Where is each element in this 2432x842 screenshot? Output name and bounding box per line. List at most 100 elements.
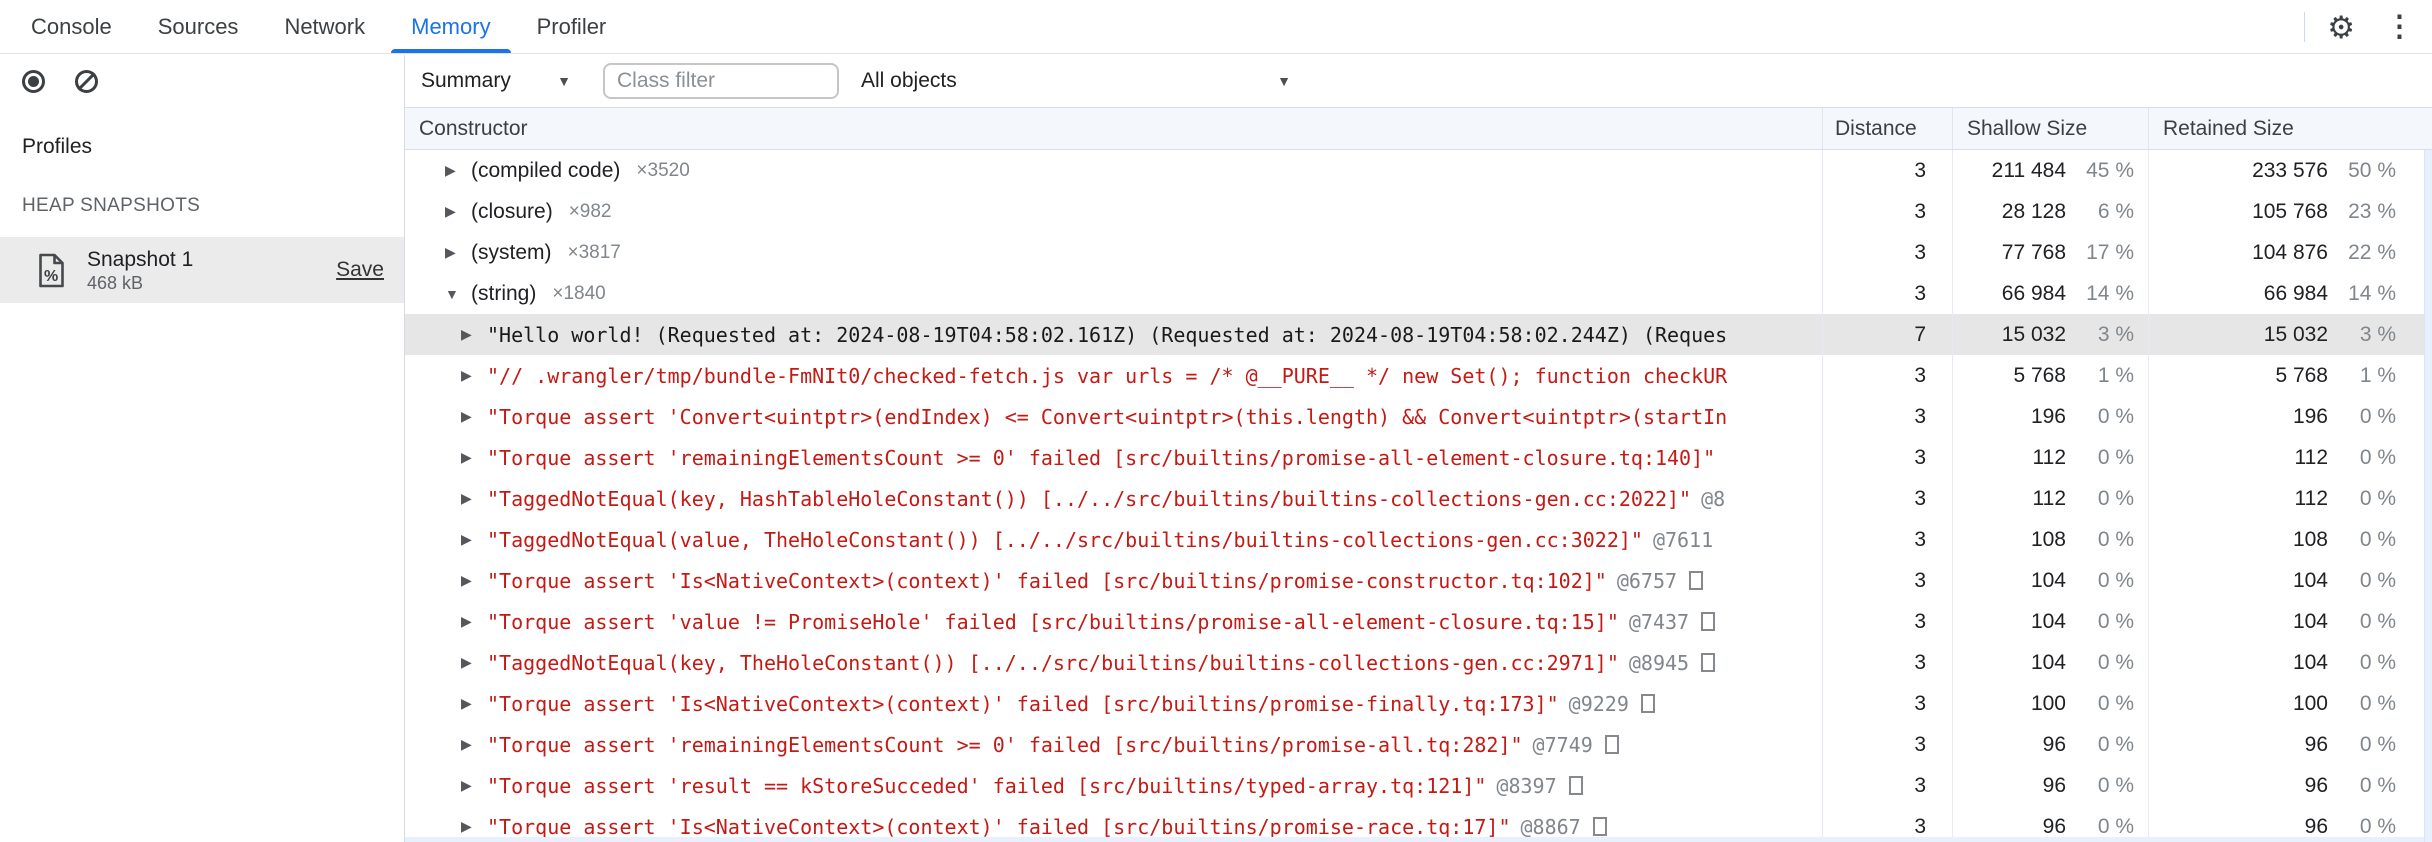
- heap-string-row[interactable]: ▶ "TaggedNotEqual(key, TheHoleConstant())…: [405, 642, 2432, 683]
- column-header-constructor[interactable]: Constructor: [405, 108, 1822, 149]
- shallow-size-value: 5 768: [2013, 363, 2066, 387]
- retained-size-cell: 96 0 %: [2148, 724, 2424, 765]
- heap-category-row[interactable]: ▶ (compiled code) ×3520 3 211 484 45 % 233 576…: [405, 150, 2432, 191]
- heap-category-row[interactable]: ▼ (string) ×1840 3 66 984 14 % 66 984 14 %: [405, 273, 2432, 314]
- column-header-shallow-size[interactable]: Shallow Size: [1952, 108, 2148, 149]
- retained-size-value: 100: [2292, 691, 2328, 715]
- shallow-size-value: 100: [2030, 691, 2066, 715]
- shallow-size-value: 66 984: [2001, 281, 2066, 305]
- distance-cell: 3: [1822, 724, 1952, 765]
- heap-string-row[interactable]: ▶ "Torque assert 'remainingElementsCount …: [405, 437, 2432, 478]
- shallow-size-percent: 1 %: [2097, 363, 2134, 387]
- caret-collapsed-icon[interactable]: ▶: [461, 367, 487, 384]
- heap-string-row[interactable]: ▶ "Torque assert 'remainingElementsCount …: [405, 724, 2432, 765]
- tab-sources[interactable]: Sources: [135, 0, 262, 53]
- retained-size-percent: 0 %: [2359, 404, 2396, 428]
- missing-glyph-box: [1592, 817, 1607, 836]
- object-id: @8397: [1496, 773, 1557, 798]
- more-kebab-icon[interactable]: ⋮: [2377, 12, 2422, 42]
- heap-string-row[interactable]: ▶ "Torque assert 'result == kStoreSuccede…: [405, 765, 2432, 806]
- retained-size-value: 108: [2292, 527, 2328, 551]
- caret-collapsed-icon[interactable]: ▶: [461, 613, 487, 630]
- shallow-size-cell: 15 032 3 %: [1952, 314, 2148, 355]
- caret-collapsed-icon[interactable]: ▶: [445, 244, 471, 261]
- shallow-size-cell: 112 0 %: [1952, 478, 2148, 519]
- tab-network[interactable]: Network: [261, 0, 388, 53]
- heap-string-row[interactable]: ▶ "Torque assert 'value != PromiseHole' f…: [405, 601, 2432, 642]
- tab-console[interactable]: Console: [8, 0, 135, 53]
- shallow-size-cell: 100 0 %: [1952, 683, 2148, 724]
- object-id: @8945: [1628, 650, 1690, 675]
- record-heap-snapshot-icon[interactable]: [22, 69, 45, 93]
- shallow-size-value: 96: [2042, 732, 2066, 756]
- retained-size-percent: 50 %: [2348, 158, 2396, 182]
- settings-gear-icon[interactable]: ⚙: [2323, 12, 2359, 43]
- tab-memory[interactable]: Memory: [388, 0, 513, 53]
- snapshot-name: Snapshot 1: [87, 247, 194, 271]
- string-value: "Hello world! (Requested at: 2024-08-19T…: [487, 322, 1728, 347]
- perspective-select[interactable]: Summary ▼: [421, 69, 571, 93]
- heap-string-row[interactable]: ▶ "// .wrangler/tmp/bundle-FmNIt0/checked…: [405, 355, 2432, 396]
- tab-profiler[interactable]: Profiler: [514, 0, 630, 53]
- caret-collapsed-icon[interactable]: ▶: [461, 490, 487, 507]
- distance-cell: 7: [1822, 314, 1952, 355]
- horizontal-scrollbar[interactable]: [405, 837, 2424, 842]
- retained-size-percent: 0 %: [2359, 568, 2396, 592]
- caret-collapsed-icon[interactable]: ▶: [461, 736, 487, 753]
- caret-collapsed-icon[interactable]: ▶: [461, 572, 487, 589]
- retained-size-value: 96: [2304, 773, 2328, 797]
- caret-collapsed-icon[interactable]: ▶: [461, 326, 487, 343]
- sidebar-item-snapshot-1[interactable]: % Snapshot 1 468 kB Save: [0, 237, 404, 303]
- caret-expanded-icon[interactable]: ▼: [445, 286, 471, 302]
- heap-string-row[interactable]: ▶ "Torque assert 'Is<NativeContext>(conte…: [405, 560, 2432, 601]
- constructor-cell: ▶ "TaggedNotEqual(key, TheHoleConstant())…: [405, 642, 1822, 683]
- heap-string-row[interactable]: ▶ "Torque assert 'Is<NativeContext>(conte…: [405, 683, 2432, 724]
- distance-cell: 3: [1822, 478, 1952, 519]
- shallow-size-percent: 0 %: [2097, 773, 2134, 797]
- caret-collapsed-icon[interactable]: ▶: [445, 203, 471, 220]
- caret-collapsed-icon[interactable]: ▶: [461, 818, 487, 835]
- caret-collapsed-icon[interactable]: ▶: [461, 408, 487, 425]
- shallow-size-cell: 77 768 17 %: [1952, 232, 2148, 273]
- caret-collapsed-icon[interactable]: ▶: [461, 654, 487, 671]
- missing-glyph-box: [1701, 612, 1716, 631]
- heap-category-row[interactable]: ▶ (system) ×3817 3 77 768 17 % 104 876 22 %: [405, 232, 2432, 273]
- heap-snapshots-section-label: HEAP SNAPSHOTS: [22, 195, 201, 216]
- category-name: (compiled code): [471, 158, 621, 182]
- instance-count: ×3520: [636, 159, 690, 181]
- missing-glyph-box: [1604, 735, 1619, 754]
- retained-size-cell: 96 0 %: [2148, 765, 2424, 806]
- retained-size-value: 105 768: [2252, 199, 2328, 223]
- shallow-size-cell: 112 0 %: [1952, 437, 2148, 478]
- heap-string-row[interactable]: ▶ "TaggedNotEqual(value, TheHoleConstant(…: [405, 519, 2432, 560]
- caret-collapsed-icon[interactable]: ▶: [461, 695, 487, 712]
- heap-string-row[interactable]: ▶ "TaggedNotEqual(key, HashTableHoleConst…: [405, 478, 2432, 519]
- distance-cell: 3: [1822, 273, 1952, 314]
- tabbar-right-controls: ⚙ ⋮: [2304, 0, 2422, 54]
- retained-size-percent: 0 %: [2359, 814, 2396, 838]
- column-header-retained-size[interactable]: Retained Size: [2148, 108, 2424, 149]
- caret-collapsed-icon[interactable]: ▶: [461, 449, 487, 466]
- vertical-scrollbar[interactable]: [2424, 150, 2432, 842]
- save-snapshot-link[interactable]: Save: [336, 258, 384, 282]
- caret-collapsed-icon[interactable]: ▶: [461, 777, 487, 794]
- retained-size-value: 112: [2294, 445, 2328, 469]
- caret-collapsed-icon[interactable]: ▶: [461, 531, 487, 548]
- distance-cell: 3: [1822, 765, 1952, 806]
- column-header-distance[interactable]: Distance: [1822, 108, 1952, 149]
- heap-category-row[interactable]: ▶ (closure) ×982 3 28 128 6 % 105 768 23 %: [405, 191, 2432, 232]
- class-filter-input[interactable]: [603, 63, 839, 99]
- retained-size-value: 66 984: [2263, 281, 2328, 305]
- clear-profiles-icon[interactable]: [75, 69, 98, 93]
- objects-scope-value: All objects: [861, 69, 957, 92]
- caret-collapsed-icon[interactable]: ▶: [445, 162, 471, 179]
- retained-size-cell: 105 768 23 %: [2148, 191, 2424, 232]
- instance-count: ×1840: [552, 282, 606, 304]
- retained-size-cell: 5 768 1 %: [2148, 355, 2424, 396]
- heap-string-row[interactable]: ▶ "Torque assert 'Convert<uintptr>(endInd…: [405, 396, 2432, 437]
- objects-scope-select[interactable]: All objects ▼: [861, 69, 1291, 93]
- retained-size-cell: 112 0 %: [2148, 478, 2424, 519]
- heap-string-row[interactable]: ▶ "Hello world! (Requested at: 2024-08-19…: [405, 314, 2432, 355]
- shallow-size-value: 211 484: [1991, 158, 2066, 182]
- shallow-size-cell: 196 0 %: [1952, 396, 2148, 437]
